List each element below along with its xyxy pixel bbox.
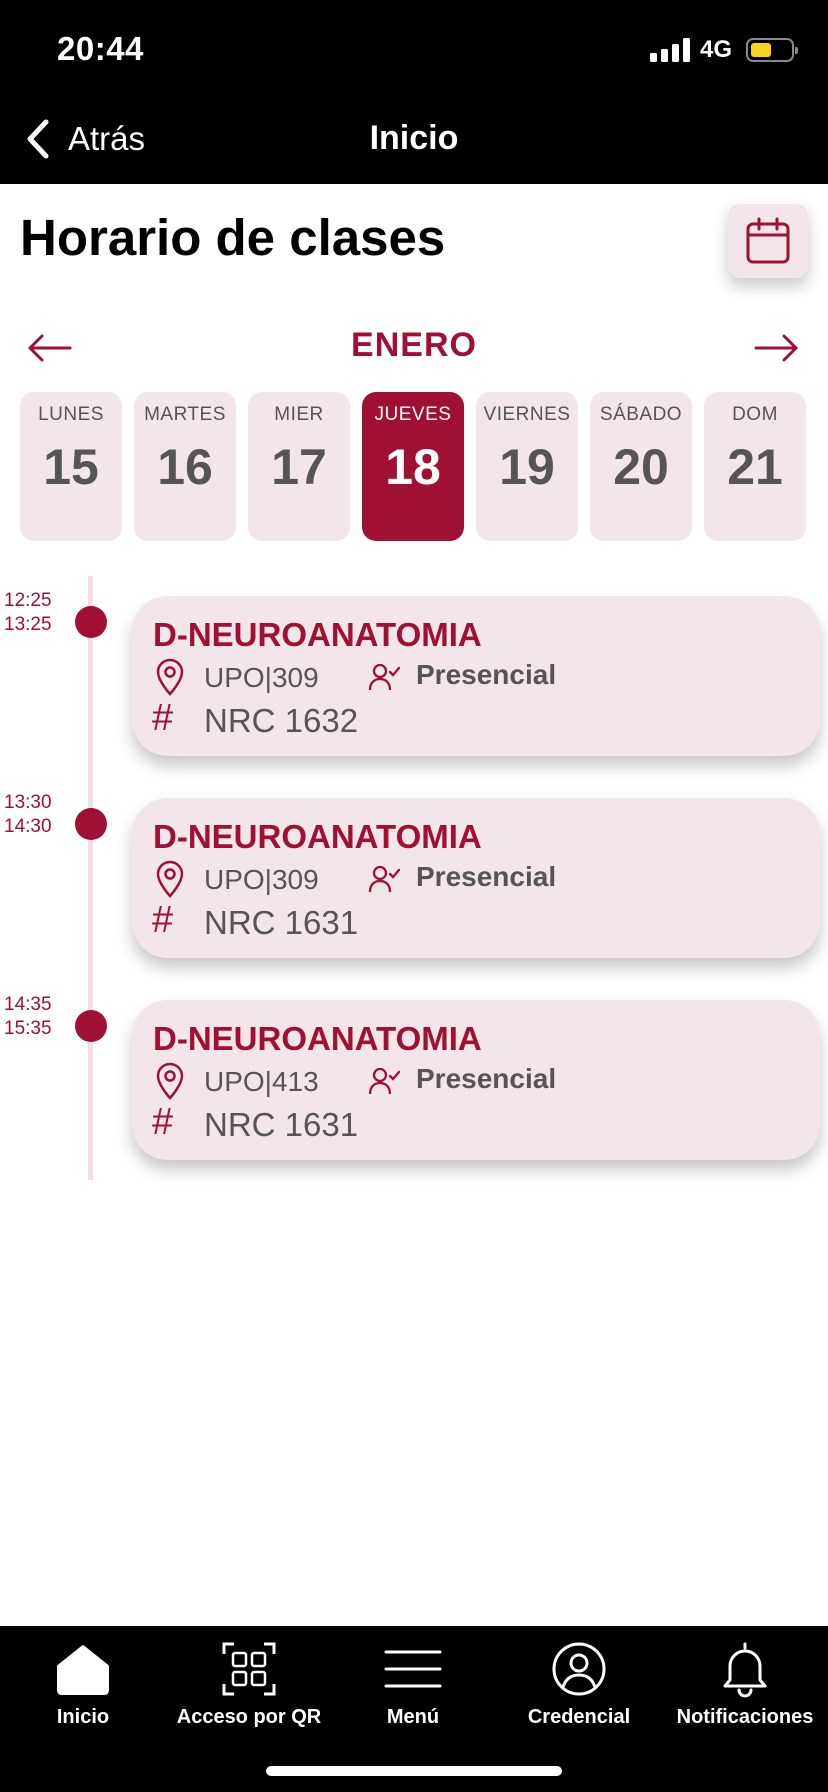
user-check-icon	[368, 1067, 400, 1095]
room-label: UPO|309	[204, 662, 319, 693]
user-check-icon	[368, 663, 400, 691]
day-number: 15	[43, 439, 99, 495]
end-time: 13:25	[4, 614, 52, 635]
day-sunday[interactable]: DOM 21	[704, 392, 806, 541]
class-card[interactable]: D-NEUROANATOMIA UPO|309 Presencial # NRC…	[132, 596, 820, 756]
timeline-dot	[75, 808, 107, 840]
course-name: D-NEUROANATOMIA	[153, 1020, 482, 1057]
day-number: 19	[499, 439, 555, 495]
day-number: 18	[385, 439, 441, 495]
nrc-label: NRC 1631	[204, 904, 359, 941]
start-time: 12:25	[4, 590, 52, 611]
tab-menu[interactable]: Menú	[330, 1636, 496, 1736]
nrc-label: NRC 1631	[204, 1106, 359, 1143]
tab-credencial[interactable]: Credencial	[496, 1636, 662, 1736]
qr-code-icon	[222, 1642, 276, 1696]
calendar-button[interactable]	[728, 204, 808, 278]
hash-icon: #	[152, 697, 174, 739]
location-pin-icon	[156, 658, 184, 696]
day-name: MIER	[274, 404, 324, 425]
user-circle-icon	[552, 1642, 606, 1696]
location-pin-icon	[156, 860, 184, 898]
tab-notificaciones[interactable]: Notificaciones	[662, 1636, 828, 1736]
tab-label: Credencial	[527, 1706, 631, 1728]
class-card[interactable]: D-NEUROANATOMIA UPO|413 Presencial # NRC…	[132, 1000, 820, 1160]
tab-label: Acceso por QR	[176, 1706, 322, 1728]
schedule-item: 13:30 14:30 D-NEUROANATOMIA UPO|309 Pres…	[0, 778, 828, 958]
day-thursday-selected[interactable]: JUEVES 18	[362, 392, 464, 541]
day-number: 21	[727, 439, 783, 495]
end-time: 15:35	[4, 1018, 52, 1039]
timeline-dot	[75, 606, 107, 638]
tab-label: Menú	[386, 1706, 440, 1728]
cellular-signal-icon	[649, 38, 690, 62]
previous-month-arrow-icon[interactable]	[24, 328, 74, 368]
top-bar: 20:44 4G Atrás Inicio	[0, 0, 828, 184]
bell-icon	[723, 1642, 767, 1698]
room-label: UPO|413	[204, 1066, 319, 1097]
battery-icon	[746, 38, 798, 62]
day-monday[interactable]: LUNES 15	[20, 392, 122, 541]
next-month-arrow-icon[interactable]	[752, 328, 802, 368]
calendar-icon	[746, 217, 790, 264]
month-navigator: ENERO	[0, 320, 828, 380]
room-label: UPO|309	[204, 864, 319, 895]
day-friday[interactable]: VIERNES 19	[476, 392, 578, 541]
class-card[interactable]: D-NEUROANATOMIA UPO|309 Presencial # NRC…	[132, 798, 820, 958]
start-time: 13:30	[4, 792, 52, 813]
hash-icon: #	[152, 1101, 174, 1143]
day-wednesday[interactable]: MIER 17	[248, 392, 350, 541]
schedule-item: 12:25 13:25 D-NEUROANATOMIA UPO|309 Pres…	[0, 576, 828, 756]
day-name: LUNES	[38, 404, 104, 425]
attendance-mode: Presencial	[416, 659, 557, 690]
chevron-left-icon	[27, 119, 49, 159]
end-time: 14:30	[4, 816, 52, 837]
home-icon	[57, 1645, 109, 1695]
tab-acceso-qr[interactable]: Acceso por QR	[166, 1636, 332, 1736]
course-name: D-NEUROANATOMIA	[153, 616, 482, 653]
day-name: VIERNES	[483, 404, 571, 425]
month-label: ENERO	[351, 326, 477, 364]
status-indicators: 4G	[649, 36, 798, 64]
day-number: 17	[271, 439, 327, 495]
network-type: 4G	[699, 36, 732, 63]
attendance-mode: Presencial	[416, 861, 557, 892]
hash-icon: #	[152, 899, 174, 941]
day-name: DOM	[732, 404, 778, 425]
tab-label: Notificaciones	[676, 1706, 814, 1728]
page-title: Horario de clases	[20, 209, 446, 266]
timeline-dot	[75, 1010, 107, 1042]
start-time: 14:35	[4, 994, 52, 1015]
day-saturday[interactable]: SÁBADO 20	[590, 392, 692, 541]
nrc-label: NRC 1632	[204, 702, 359, 739]
user-check-icon	[368, 865, 400, 893]
day-number: 16	[157, 439, 213, 495]
day-name: JUEVES	[374, 404, 452, 425]
day-number: 20	[613, 439, 669, 495]
day-name: SÁBADO	[599, 404, 683, 425]
tab-label: Inicio	[56, 1706, 110, 1728]
back-label: Atrás	[68, 120, 146, 157]
course-name: D-NEUROANATOMIA	[153, 818, 482, 855]
tab-inicio[interactable]: Inicio	[0, 1636, 166, 1736]
hamburger-menu-icon	[384, 1650, 442, 1688]
day-tuesday[interactable]: MARTES 16	[134, 392, 236, 541]
back-button[interactable]: Atrás	[24, 118, 145, 160]
location-pin-icon	[156, 1062, 184, 1100]
status-time: 20:44	[57, 30, 144, 67]
attendance-mode: Presencial	[416, 1063, 557, 1094]
day-name: MARTES	[144, 404, 226, 425]
schedule-item: 14:35 15:35 D-NEUROANATOMIA UPO|413 Pres…	[0, 980, 828, 1160]
week-day-selector: LUNES 15 MARTES 16 MIER 17 JUEVES 18 VIE…	[20, 392, 806, 541]
home-indicator[interactable]	[266, 1766, 562, 1776]
